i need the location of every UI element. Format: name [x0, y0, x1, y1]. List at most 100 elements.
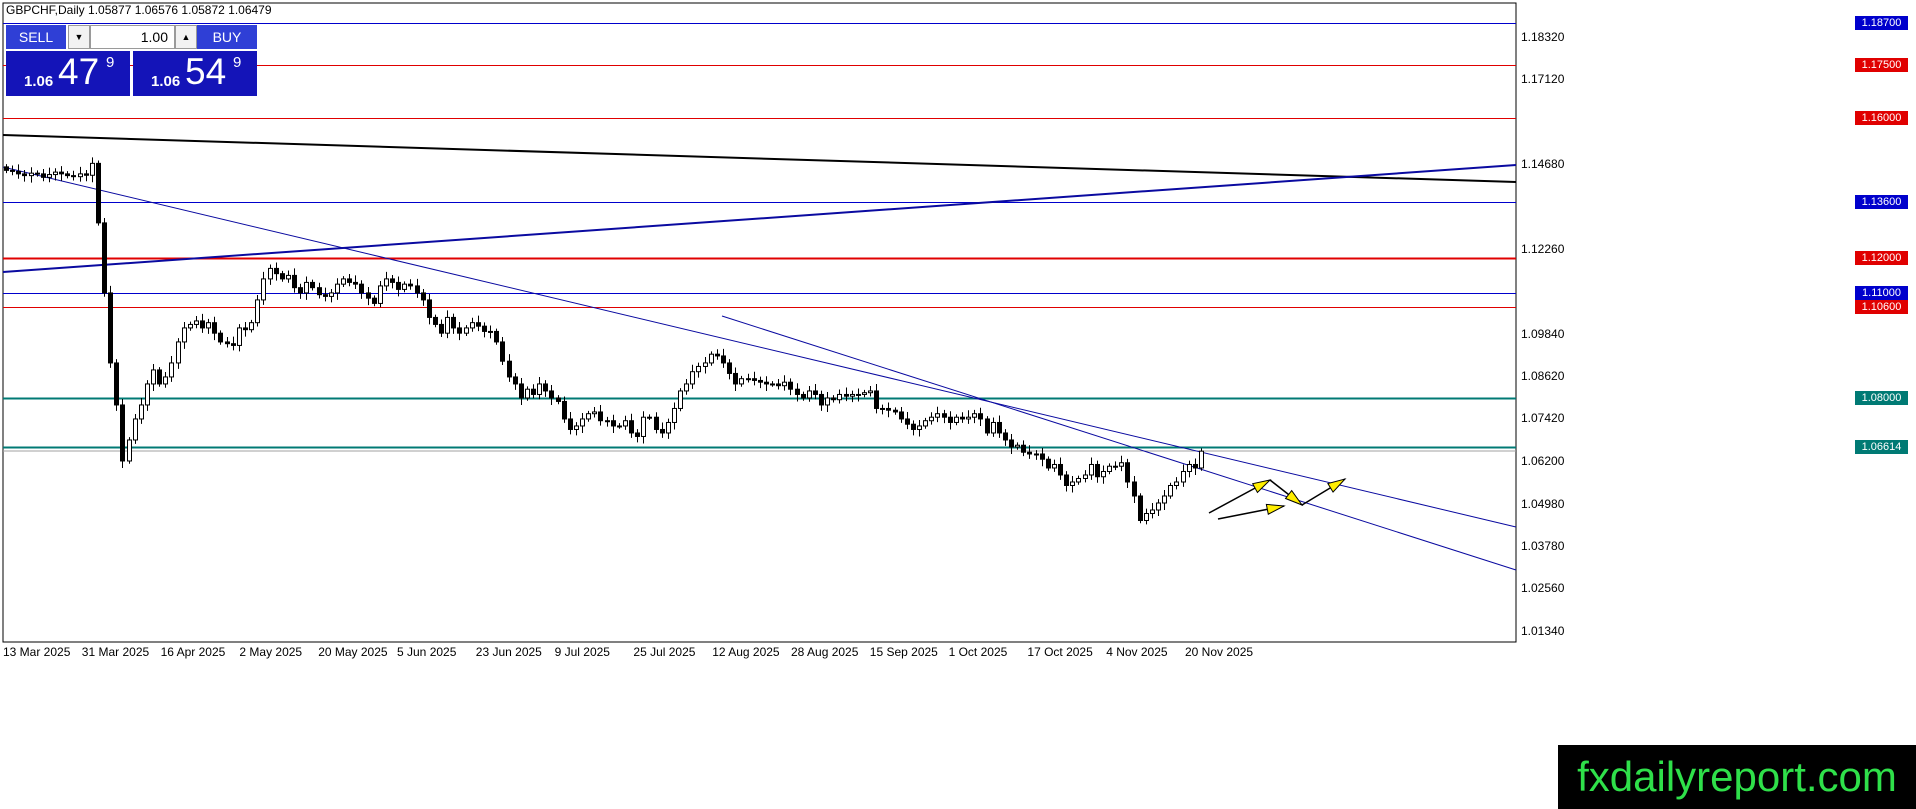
candle-bullish — [666, 421, 671, 434]
ask-prefix: 1.06 — [151, 73, 181, 90]
candle-bearish — [439, 323, 444, 334]
candle-bullish — [133, 418, 138, 441]
candle-bullish — [991, 421, 996, 434]
candle-bullish — [617, 425, 622, 428]
candle-bullish — [384, 278, 389, 287]
candle-bullish — [935, 413, 940, 418]
candle-bearish — [225, 341, 230, 345]
candle-bearish — [415, 285, 420, 294]
candle-bullish — [1119, 462, 1124, 467]
candle-bearish — [598, 411, 603, 422]
candle-bearish — [482, 325, 487, 332]
candle-bullish — [1181, 470, 1186, 483]
price-tick-label: 1.01340 — [1521, 624, 1565, 639]
candle-bullish — [954, 416, 959, 423]
candle-bearish — [1046, 458, 1051, 469]
price-tick-label: 1.14680 — [1521, 157, 1565, 172]
candle-bearish — [476, 322, 481, 327]
candle-bearish — [427, 299, 432, 318]
ask-price[interactable]: 1.06 54 9 — [133, 51, 257, 96]
plot-border — [2, 2, 1517, 643]
candle-bearish — [911, 423, 916, 430]
candle-bearish — [433, 316, 438, 325]
candle-bullish — [1107, 465, 1112, 472]
date-tick-label: 16 Apr 2025 — [160, 645, 226, 659]
candle-bullish — [574, 425, 579, 430]
level-price-tag: 1.18700 — [1855, 16, 1908, 31]
price-tick-label: 1.04980 — [1521, 496, 1565, 511]
candle-bearish — [513, 376, 518, 385]
candle-bearish — [494, 330, 499, 343]
candle-bullish — [709, 353, 714, 364]
candle-bullish — [488, 330, 493, 333]
candle-bearish — [874, 390, 879, 409]
lot-decrease-button[interactable]: ▼ — [68, 25, 90, 49]
candle-bullish — [703, 362, 708, 367]
lot-size-input[interactable]: 1.00 — [90, 25, 175, 49]
candle-bullish — [1156, 502, 1161, 511]
date-tick-label: 20 Nov 2025 — [1185, 645, 1254, 659]
candle-bullish — [304, 281, 309, 294]
candle-bullish — [672, 407, 677, 423]
candle-bullish — [856, 393, 861, 396]
candle-bearish — [22, 173, 27, 177]
candle-bullish — [139, 404, 144, 420]
candle-bearish — [396, 281, 401, 290]
candle-bullish — [770, 383, 775, 386]
candle-bullish — [53, 171, 58, 176]
candle-bearish — [1058, 463, 1063, 476]
candle-bearish — [372, 297, 377, 304]
candle-bearish — [758, 379, 763, 383]
candle-bearish — [200, 320, 205, 329]
date-tick-label: 23 Jun 2025 — [475, 645, 542, 659]
price-chart[interactable] — [0, 0, 1916, 809]
candle-bearish — [1132, 481, 1137, 497]
candle-bearish — [568, 418, 573, 430]
candle-bearish — [978, 413, 983, 420]
candle-bearish — [41, 173, 46, 178]
candle-bullish — [678, 390, 683, 409]
date-tick-label: 5 Jun 2025 — [397, 645, 457, 659]
candle-bearish — [1009, 439, 1014, 448]
candle-bullish — [445, 316, 450, 334]
price-tick-label: 1.07420 — [1521, 411, 1565, 426]
candle-bearish — [844, 393, 849, 397]
candle-bullish — [580, 418, 585, 427]
candle-bullish — [378, 285, 383, 304]
candle-bullish — [268, 267, 273, 280]
brand-watermark: fxdailyreport.com — [1558, 745, 1916, 809]
candle-bearish — [65, 173, 70, 177]
candle-bearish — [71, 175, 76, 178]
candle-bearish — [948, 416, 953, 423]
candle-bearish — [96, 162, 101, 224]
candle-bullish — [868, 390, 873, 394]
candle-bearish — [795, 388, 800, 395]
candle-bearish — [1003, 432, 1008, 441]
candle-bearish — [157, 369, 162, 385]
rising-trendline — [2, 164, 1517, 273]
price-tick-label: 1.03780 — [1521, 538, 1565, 553]
bid-price[interactable]: 1.06 47 9 — [6, 51, 130, 96]
candle-bearish — [733, 372, 738, 385]
candle-bearish — [1125, 462, 1130, 483]
candle-bullish — [329, 292, 334, 297]
candle-bullish — [1015, 444, 1020, 448]
lot-increase-button[interactable]: ▲ — [175, 25, 197, 49]
sell-button[interactable]: SELL — [6, 25, 66, 49]
date-tick-label: 4 Nov 2025 — [1106, 645, 1168, 659]
candle-bearish — [292, 274, 297, 289]
candle-bullish — [151, 369, 156, 385]
candle-bearish — [831, 397, 836, 401]
candle-bearish — [457, 327, 462, 334]
level-price-tag: 1.10600 — [1855, 299, 1908, 314]
buy-button[interactable]: BUY — [197, 25, 257, 49]
candle-bullish — [145, 383, 150, 406]
candle-bullish — [825, 397, 830, 406]
candle-bullish — [1150, 509, 1155, 514]
candle-bullish — [690, 371, 695, 385]
candle-bullish — [739, 378, 744, 385]
candle-bearish — [801, 393, 806, 399]
ask-fraction: 9 — [233, 54, 242, 71]
candle-bullish — [206, 322, 211, 329]
candle-bearish — [243, 327, 248, 331]
